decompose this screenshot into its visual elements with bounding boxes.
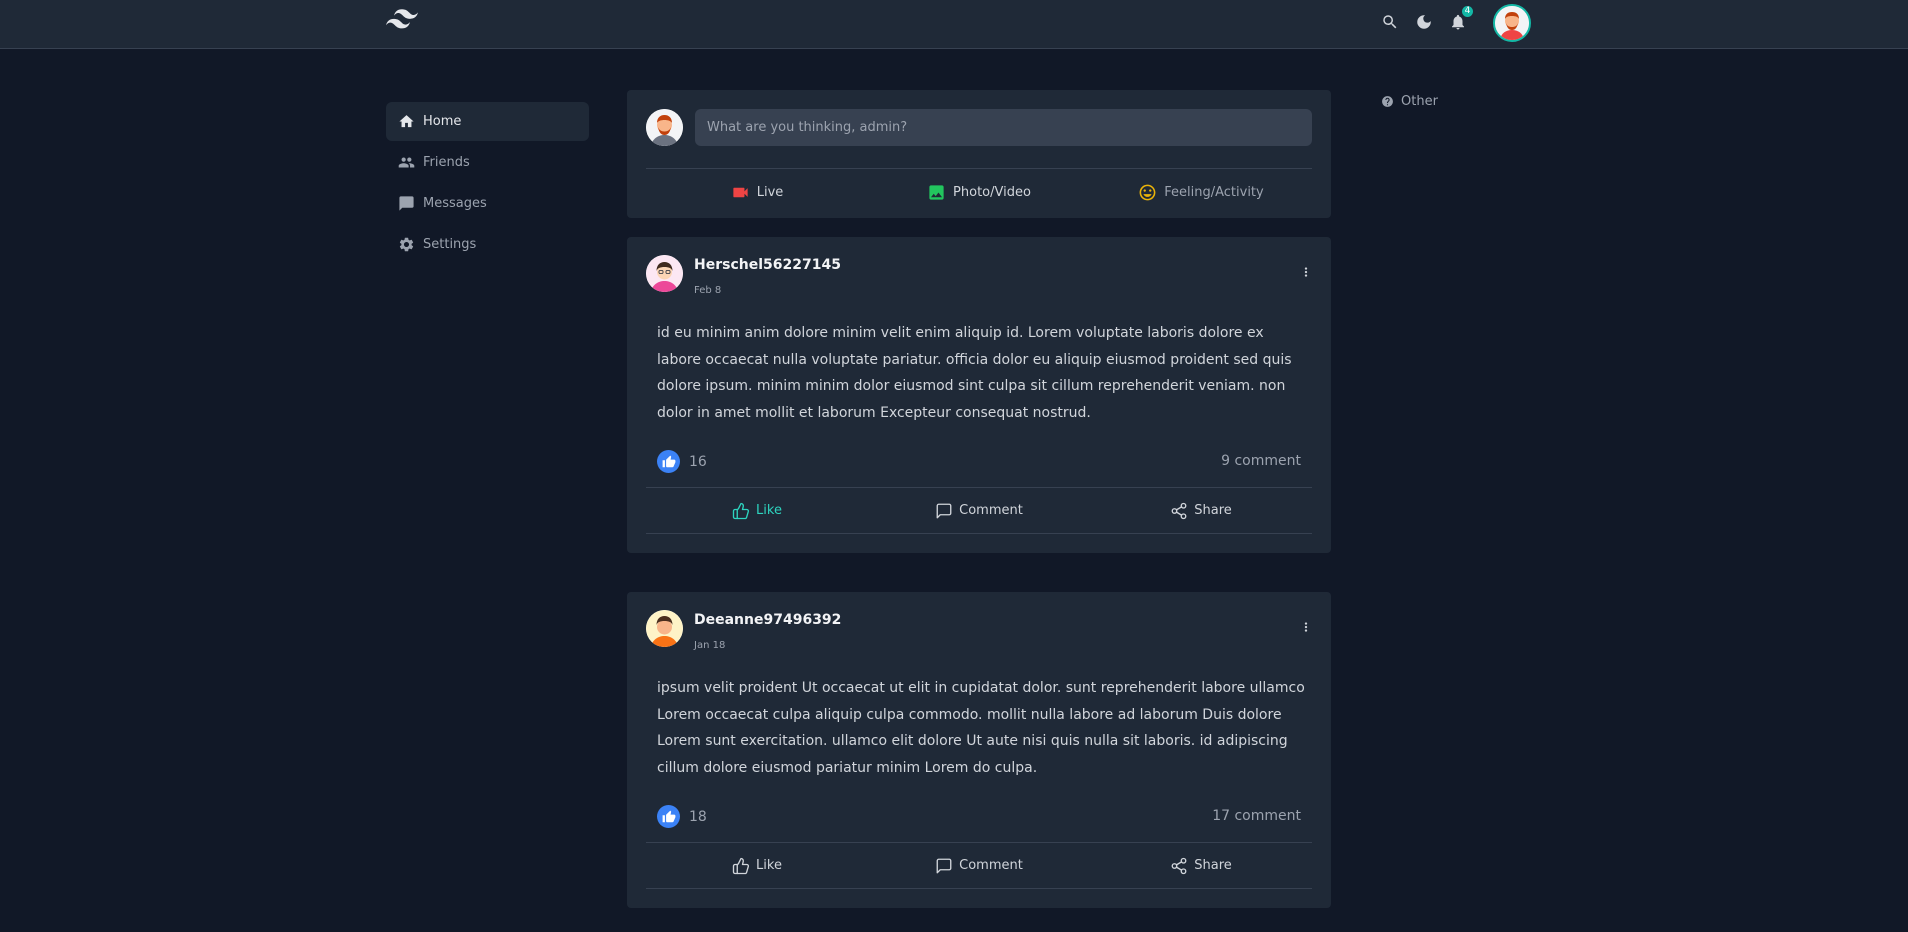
more-options-button[interactable] bbox=[1299, 263, 1313, 281]
photo-video-button[interactable]: Photo/Video bbox=[868, 173, 1090, 211]
share-icon bbox=[1171, 502, 1187, 519]
live-button[interactable]: Live bbox=[646, 173, 868, 211]
comment-label: Comment bbox=[959, 503, 1023, 518]
home-icon bbox=[399, 115, 414, 128]
right-panel-other[interactable]: Other bbox=[1381, 94, 1438, 109]
comment-button[interactable]: Comment bbox=[868, 843, 1090, 888]
photo-video-label: Photo/Video bbox=[953, 184, 1031, 200]
more-options-button[interactable] bbox=[1299, 618, 1313, 636]
post-date: Jan 18 bbox=[694, 640, 726, 651]
comment-label: Comment bbox=[959, 858, 1023, 873]
sidebar-item-settings[interactable]: Settings bbox=[386, 225, 589, 264]
avatar[interactable] bbox=[646, 255, 683, 292]
image-icon bbox=[929, 184, 944, 200]
sidebar-item-label: Home bbox=[423, 114, 462, 129]
sidebar-item-label: Settings bbox=[423, 237, 477, 252]
share-label: Share bbox=[1194, 858, 1232, 873]
share-icon bbox=[1171, 857, 1187, 874]
comment-count[interactable]: 17 comment bbox=[1212, 808, 1301, 824]
like-button[interactable]: Like bbox=[646, 843, 868, 888]
sidebar: Home Friends Messages Settings bbox=[386, 102, 589, 266]
avatar[interactable] bbox=[646, 610, 683, 647]
feeling-activity-label: Feeling/Activity bbox=[1164, 184, 1264, 200]
like-count: 18 bbox=[689, 808, 707, 825]
divider bbox=[646, 888, 1312, 889]
comment-button[interactable]: Comment bbox=[868, 488, 1090, 533]
post-card: Deeanne97496392 Jan 18 ipsum velit proid… bbox=[627, 592, 1331, 908]
post-body: ipsum velit proident Ut occaecat ut elit… bbox=[657, 680, 1305, 776]
other-label: Other bbox=[1401, 94, 1438, 109]
post-card: Herschel56227145 Feb 8 id eu minim anim … bbox=[627, 237, 1331, 553]
share-label: Share bbox=[1194, 503, 1232, 518]
thumbs-up-icon bbox=[657, 805, 680, 828]
reaction-summary[interactable]: 16 bbox=[657, 450, 707, 473]
feeling-activity-button[interactable]: Feeling/Activity bbox=[1090, 173, 1312, 211]
reaction-summary[interactable]: 18 bbox=[657, 805, 707, 828]
more-vertical-icon bbox=[1304, 622, 1308, 632]
smile-icon bbox=[1139, 184, 1156, 200]
like-count: 16 bbox=[689, 453, 707, 470]
video-icon bbox=[733, 187, 748, 197]
sidebar-item-label: Messages bbox=[423, 196, 487, 211]
sidebar-item-friends[interactable]: Friends bbox=[386, 143, 589, 182]
tailwind-logo-icon[interactable] bbox=[386, 9, 418, 33]
share-button[interactable]: Share bbox=[1090, 488, 1312, 533]
comment-icon bbox=[936, 503, 952, 518]
like-label: Like bbox=[756, 503, 782, 518]
post-actions: Like Comment Share bbox=[646, 843, 1312, 888]
divider bbox=[646, 168, 1312, 169]
help-circle-icon bbox=[1382, 96, 1393, 107]
post-body: id eu minim anim dolore minim velit enim… bbox=[657, 325, 1292, 421]
like-button[interactable]: Like bbox=[646, 488, 868, 533]
like-label: Like bbox=[756, 858, 782, 873]
search-icon[interactable] bbox=[1378, 11, 1402, 33]
sidebar-item-messages[interactable]: Messages bbox=[386, 184, 589, 223]
comment-count[interactable]: 9 comment bbox=[1221, 453, 1301, 469]
post-actions: Like Comment Share bbox=[646, 488, 1312, 533]
moon-icon[interactable] bbox=[1412, 11, 1436, 33]
message-icon bbox=[399, 196, 414, 211]
thumbs-up-icon bbox=[732, 502, 750, 519]
sidebar-item-label: Friends bbox=[423, 155, 470, 170]
post-input[interactable] bbox=[695, 109, 1312, 146]
sidebar-item-home[interactable]: Home bbox=[386, 102, 589, 141]
post-author[interactable]: Herschel56227145 bbox=[694, 257, 841, 273]
users-icon bbox=[398, 157, 415, 168]
more-vertical-icon bbox=[1304, 267, 1308, 277]
divider bbox=[646, 533, 1312, 534]
live-label: Live bbox=[756, 184, 784, 200]
thumbs-up-icon bbox=[657, 450, 680, 473]
gear-icon bbox=[399, 237, 414, 252]
avatar bbox=[646, 109, 683, 146]
share-button[interactable]: Share bbox=[1090, 843, 1312, 888]
notification-badge: 4 bbox=[1462, 6, 1473, 17]
avatar[interactable] bbox=[1493, 4, 1531, 42]
post-date: Feb 8 bbox=[694, 285, 722, 296]
composer-actions: Live Photo/Video Feeling/Activity bbox=[646, 173, 1312, 211]
comment-icon bbox=[936, 858, 952, 873]
post-composer: Live Photo/Video Feeling/Activity bbox=[627, 90, 1331, 218]
post-author[interactable]: Deeanne97496392 bbox=[694, 612, 841, 628]
thumbs-up-icon bbox=[732, 857, 750, 874]
top-navbar: 4 bbox=[0, 0, 1908, 49]
